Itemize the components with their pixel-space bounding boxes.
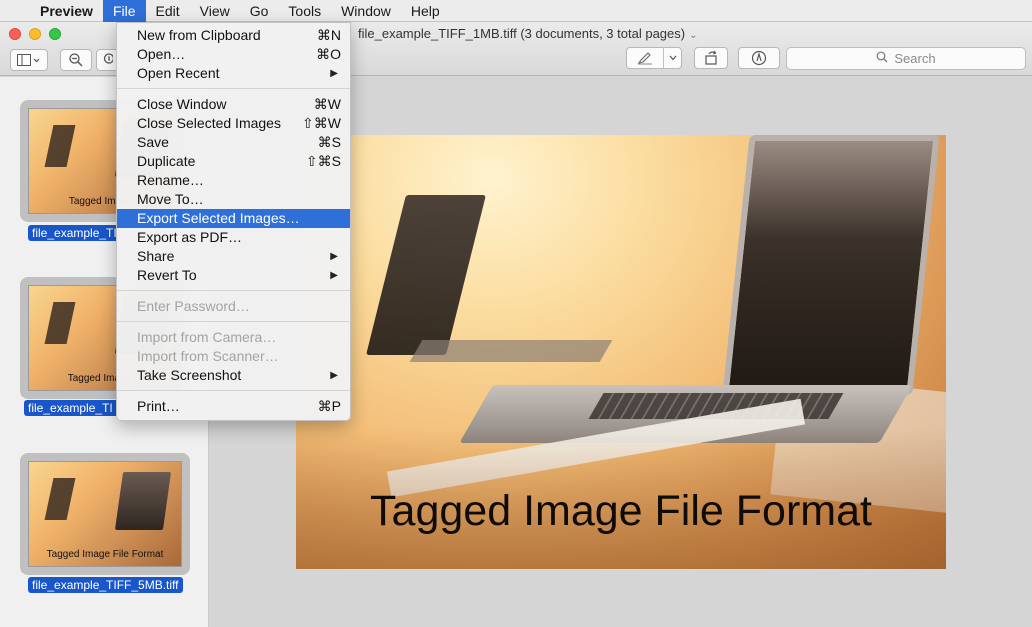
search-input[interactable]: Search	[786, 47, 1026, 70]
markup-pen-circle-icon	[751, 50, 767, 66]
markup-toolbar-button[interactable]	[626, 47, 682, 69]
minimize-window-button[interactable]	[29, 28, 41, 40]
menu-item-move-to[interactable]: Move To…	[117, 190, 350, 209]
menu-item-close-selected-images[interactable]: Close Selected Images ⇧⌘W	[117, 114, 350, 133]
menu-item-rename[interactable]: Rename…	[117, 171, 350, 190]
submenu-arrow-icon: ▶	[330, 370, 338, 381]
menu-app-preview[interactable]: Preview	[30, 0, 103, 22]
search-icon	[876, 51, 888, 66]
chevron-down-icon: ⌄	[689, 30, 698, 41]
sidebar-toggle-button[interactable]	[10, 49, 48, 71]
menu-item-revert-to[interactable]: Revert To ▶	[117, 266, 350, 285]
menu-item-open-recent[interactable]: Open Recent ▶	[117, 64, 350, 83]
close-window-button[interactable]	[9, 28, 21, 40]
search-placeholder: Search	[894, 51, 936, 66]
menu-item-open[interactable]: Open… ⌘O	[117, 45, 350, 64]
submenu-arrow-icon: ▶	[330, 270, 338, 281]
zoom-out-icon	[69, 53, 83, 67]
submenu-arrow-icon: ▶	[330, 251, 338, 262]
menu-separator	[117, 390, 350, 391]
pen-icon	[627, 51, 663, 65]
annotate-button[interactable]	[738, 47, 780, 69]
menu-item-import-from-scanner: Import from Scanner…	[137, 348, 279, 364]
submenu-arrow-icon: ▶	[330, 68, 338, 79]
thumbnail-caption: Tagged Image File Format	[46, 549, 164, 560]
menu-item-duplicate[interactable]: Duplicate ⇧⌘S	[117, 152, 350, 171]
menu-item-print[interactable]: Print… ⌘P	[117, 397, 350, 416]
menu-view[interactable]: View	[190, 0, 240, 22]
file-menu-dropdown: New from Clipboard ⌘N Open… ⌘O Open Recent…	[116, 22, 351, 421]
menu-item-take-screenshot[interactable]: Take Screenshot ▶	[117, 366, 350, 385]
thumbnail-filename[interactable]: file_example_TIFF_5MB.tiff	[28, 577, 183, 593]
menu-item-enter-password: Enter Password…	[137, 298, 250, 314]
sidebar-icon	[17, 54, 40, 66]
menu-go[interactable]: Go	[240, 0, 279, 22]
menu-file[interactable]: File	[102, 0, 146, 22]
rotate-button[interactable]	[694, 47, 728, 69]
thumbnail-3[interactable]: Tagged Image File Format	[20, 453, 190, 575]
menu-item-import-from-camera: Import from Camera…	[137, 329, 277, 345]
menu-tools[interactable]: Tools	[278, 0, 331, 22]
zoom-out-button[interactable]	[60, 49, 92, 71]
menu-help[interactable]: Help	[401, 0, 450, 22]
menu-item-export-as-pdf[interactable]: Export as PDF…	[117, 228, 350, 247]
apple-menu-icon[interactable]	[0, 0, 30, 22]
menu-item-save[interactable]: Save ⌘S	[117, 133, 350, 152]
menu-separator	[117, 88, 350, 89]
zoom-in-button[interactable]	[96, 49, 116, 71]
window-title[interactable]: file_example_TIFF_1MB.tiff (3 documents,…	[358, 26, 697, 41]
chevron-down-icon[interactable]	[663, 48, 681, 68]
menu-item-share[interactable]: Share ▶	[117, 247, 350, 266]
menu-edit[interactable]: Edit	[146, 0, 190, 22]
thumbnail-filename[interactable]: file_example_TI	[28, 225, 120, 241]
menu-item-close-window[interactable]: Close Window ⌘W	[117, 95, 350, 114]
zoom-in-icon	[103, 53, 113, 64]
menu-separator	[117, 290, 350, 291]
menu-window[interactable]: Window	[331, 0, 401, 22]
menu-separator	[117, 321, 350, 322]
main-document-image: Tagged Image File Format	[296, 135, 946, 569]
zoom-window-button[interactable]	[49, 28, 61, 40]
thumbnail-filename[interactable]: file_example_TI	[24, 400, 120, 416]
menu-bar: Preview File Edit View Go Tools Window H…	[0, 0, 1032, 22]
menu-item-export-selected-images[interactable]: Export Selected Images…	[117, 209, 350, 228]
rotate-icon	[705, 50, 717, 65]
image-caption: Tagged Image File Format	[370, 487, 872, 535]
menu-item-new-from-clipboard[interactable]: New from Clipboard ⌘N	[117, 26, 350, 45]
